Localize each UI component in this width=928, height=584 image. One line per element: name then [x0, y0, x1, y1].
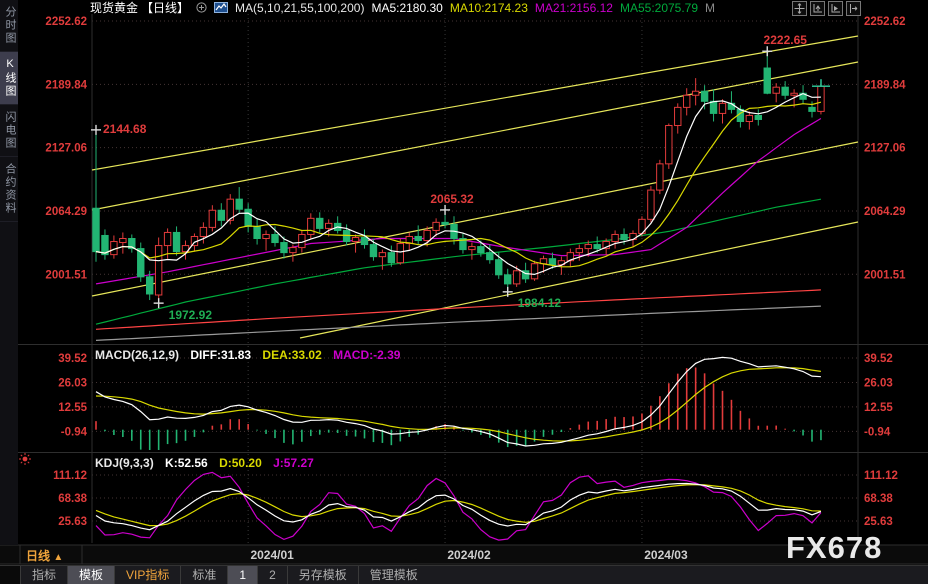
- chart-header: 现货黄金 【日线】 MA(5,10,21,55,100,200) MA5:218…: [90, 0, 716, 16]
- ma-settings-label: MA(5,10,21,55,100,200): [235, 0, 365, 15]
- svg-text:2189.84: 2189.84: [864, 79, 906, 91]
- period-arrow-icon: ▲: [53, 552, 64, 563]
- ma55-value: MA55:2075.79: [619, 0, 699, 15]
- ma10-value: MA10:2174.23: [449, 0, 528, 15]
- svg-text:25.63: 25.63: [864, 516, 893, 528]
- crosshair-icon[interactable]: [792, 1, 807, 16]
- pane-separators: [0, 14, 928, 565]
- macd-dea-value: DEA:33.02: [262, 348, 322, 362]
- ma100-value-truncated: M: [705, 0, 716, 15]
- svg-text:1972.92: 1972.92: [169, 308, 213, 322]
- hot-indicator-icon[interactable]: [18, 452, 32, 471]
- svg-text:2024/01: 2024/01: [250, 548, 294, 562]
- macd-diff-value: DIFF:31.83: [190, 348, 252, 362]
- kdj-d-value: D:50.20: [219, 456, 262, 470]
- sidebar-item-time-chart[interactable]: 分时图: [0, 0, 18, 52]
- svg-text:12.55: 12.55: [864, 402, 893, 414]
- chart-tool-icons: [792, 1, 861, 16]
- svg-text:25.63: 25.63: [58, 516, 87, 528]
- kdj-lines: [95, 471, 822, 541]
- svg-text:111.12: 111.12: [864, 470, 898, 482]
- svg-text:39.52: 39.52: [864, 353, 893, 365]
- short-ma-lines: [95, 92, 822, 276]
- sidebar-item-lightning-chart[interactable]: 闪电图: [0, 105, 18, 157]
- symbol-title: 现货黄金: [90, 1, 139, 15]
- macd-macd-value: MACD:-2.39: [333, 348, 401, 362]
- period-label: 日线: [26, 549, 51, 563]
- trading-app-window: 2252.62 2252.62 2189.84 2189.84 2127.06 2127.…: [0, 0, 928, 584]
- tab-manage-templates[interactable]: 管理模板: [357, 566, 429, 584]
- shift-right-icon[interactable]: [846, 1, 861, 16]
- svg-text:2024/03: 2024/03: [644, 548, 688, 562]
- chart-style-icon[interactable]: [214, 2, 229, 13]
- svg-text:2144.68: 2144.68: [103, 122, 147, 136]
- macd-lines: [95, 356, 821, 447]
- price-annotations: 2144.68 1972.92 2065.32 1984.12 2222.65: [91, 33, 807, 322]
- kdj-header: KDJ(9,3,3) K:52.56 D:50.20 J:57.27: [95, 456, 322, 470]
- toolbar-corner: [0, 566, 20, 584]
- macd-histogram: [95, 367, 822, 450]
- ma21-value: MA21:2156.12: [534, 0, 613, 15]
- svg-text:2065.32: 2065.32: [430, 192, 474, 206]
- svg-text:26.03: 26.03: [58, 377, 87, 389]
- sidebar-item-kline-chart[interactable]: K线图: [0, 52, 18, 105]
- svg-text:2252.62: 2252.62: [864, 16, 906, 28]
- svg-text:68.38: 68.38: [864, 493, 893, 505]
- chart-canvas[interactable]: 2252.62 2252.62 2189.84 2189.84 2127.06 2127.…: [0, 0, 928, 584]
- last-price-marker: [812, 79, 830, 87]
- trend-channel-lines: [91, 35, 859, 339]
- svg-text:2001.51: 2001.51: [45, 269, 87, 281]
- svg-text:2064.29: 2064.29: [45, 206, 87, 218]
- axis-pan-icon[interactable]: [828, 1, 843, 16]
- tab-templates[interactable]: 模板: [67, 566, 115, 584]
- macd-title: MACD(26,12,9): [95, 348, 180, 362]
- tab-slot-1[interactable]: 1: [227, 566, 258, 584]
- svg-text:-0.94: -0.94: [864, 426, 891, 438]
- svg-text:2024/02: 2024/02: [447, 548, 491, 562]
- sidebar-item-contract-info[interactable]: 合约资料: [0, 157, 18, 222]
- period-title: 【日线】: [141, 1, 190, 15]
- macd-header: MACD(26,12,9) DIFF:31.83 DEA:33.02 MACD:…: [95, 348, 408, 362]
- tab-indicators[interactable]: 指标: [20, 566, 67, 584]
- tab-vip-indicators[interactable]: VIP指标: [114, 566, 180, 584]
- tab-slot-2[interactable]: 2: [257, 566, 287, 584]
- svg-text:111.12: 111.12: [53, 470, 87, 482]
- tab-standard[interactable]: 标准: [180, 566, 227, 584]
- svg-text:2189.84: 2189.84: [45, 79, 87, 91]
- svg-text:-0.94: -0.94: [61, 426, 88, 438]
- svg-text:2127.06: 2127.06: [864, 143, 906, 155]
- svg-text:39.52: 39.52: [58, 353, 87, 365]
- svg-text:2064.29: 2064.29: [864, 206, 906, 218]
- axis-zoom-icon[interactable]: [810, 1, 825, 16]
- svg-text:2001.51: 2001.51: [864, 269, 906, 281]
- kdj-title: KDJ(9,3,3): [95, 456, 154, 470]
- svg-text:26.03: 26.03: [864, 377, 893, 389]
- svg-text:12.55: 12.55: [58, 402, 87, 414]
- ma5-value: MA5:2180.30: [371, 0, 443, 15]
- kdj-k-value: K:52.56: [165, 456, 208, 470]
- bottom-toolbar: 指标 模板 VIP指标 标准 1 2 另存模板 管理模板: [0, 565, 928, 584]
- sidebar: 分时图 K线图 闪电图 合约资料: [0, 0, 18, 545]
- watermark: FX678: [786, 530, 883, 565]
- axis-labels: 2252.62 2252.62 2189.84 2189.84 2127.06 2127.…: [45, 16, 906, 562]
- svg-text:2127.06: 2127.06: [45, 143, 87, 155]
- svg-text:68.38: 68.38: [58, 493, 87, 505]
- svg-text:1984.12: 1984.12: [518, 296, 562, 310]
- svg-text:2222.65: 2222.65: [764, 33, 808, 47]
- svg-text:2252.62: 2252.62: [45, 16, 87, 28]
- tab-save-template[interactable]: 另存模板: [286, 566, 358, 584]
- period-selector[interactable]: 日线 ▲: [26, 547, 63, 564]
- kdj-j-value: J:57.27: [273, 456, 314, 470]
- add-indicator-icon[interactable]: [196, 2, 207, 13]
